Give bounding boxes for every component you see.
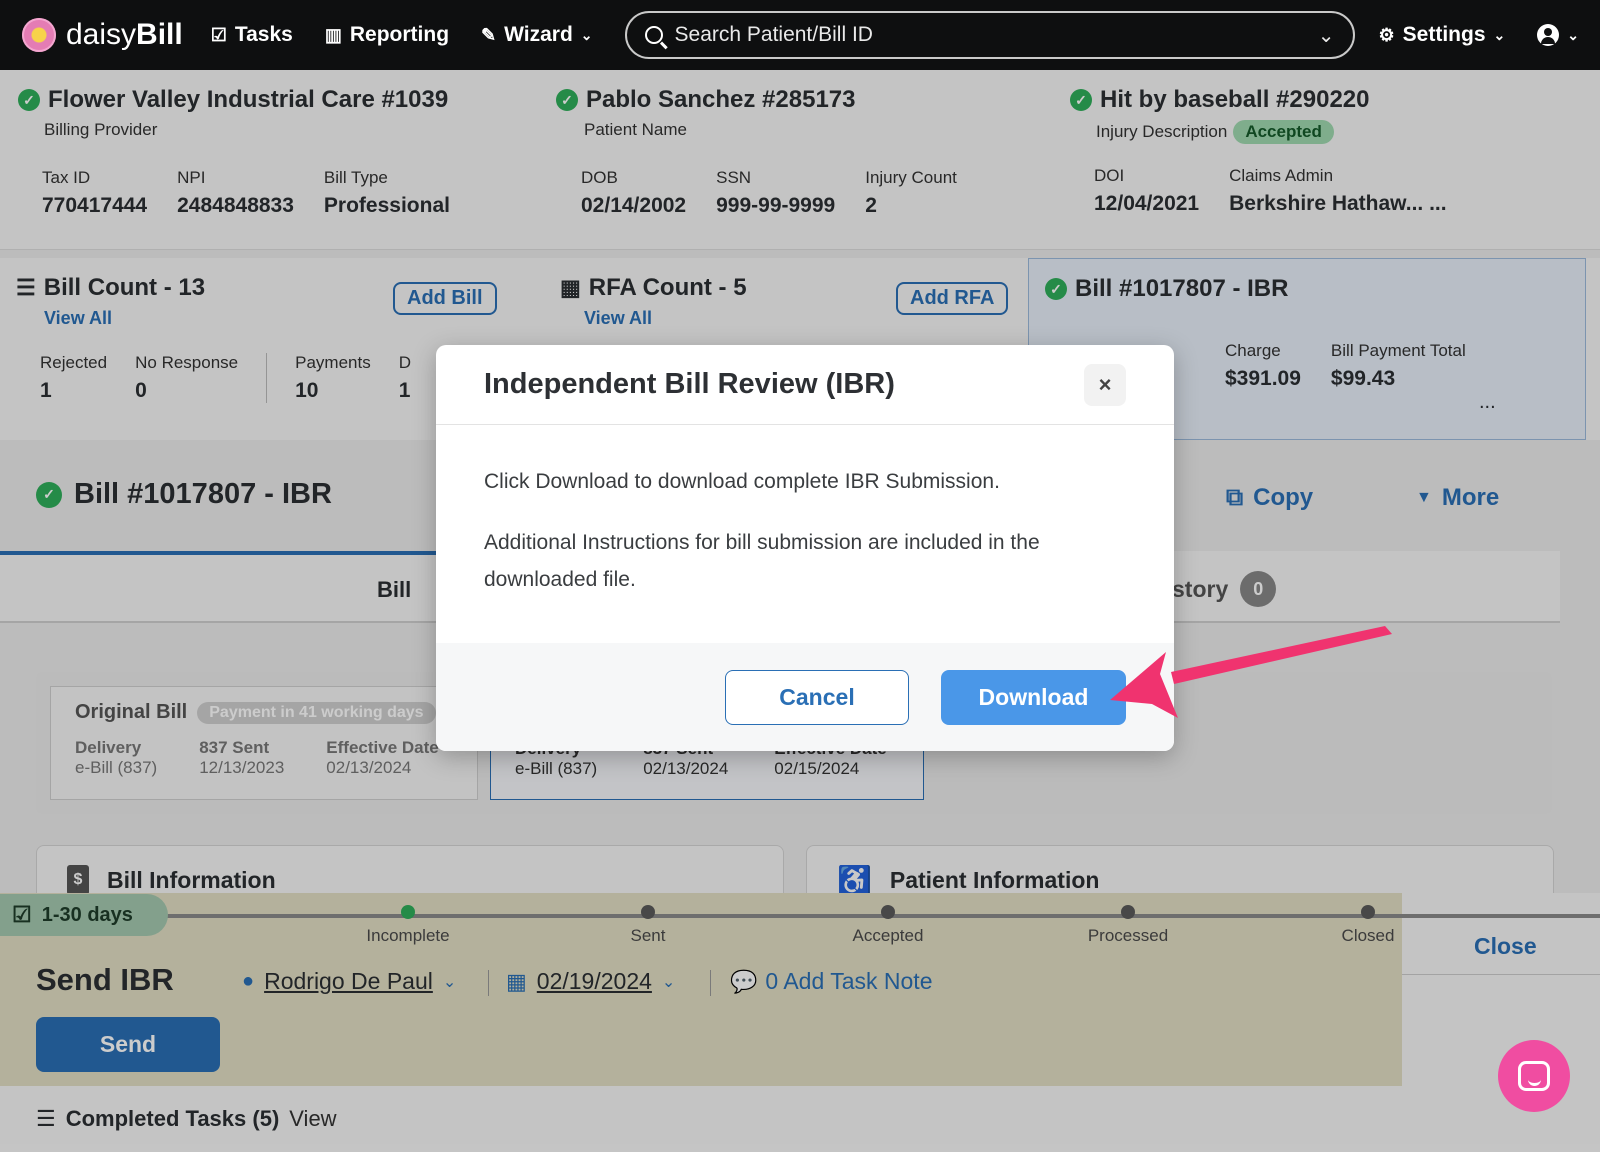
arrow-head-icon — [1110, 652, 1178, 718]
annotation-arrow — [1110, 626, 1392, 718]
arrow-shaft — [1171, 626, 1392, 684]
chat-launcher[interactable] — [1498, 1040, 1570, 1112]
chat-icon — [1518, 1061, 1550, 1091]
